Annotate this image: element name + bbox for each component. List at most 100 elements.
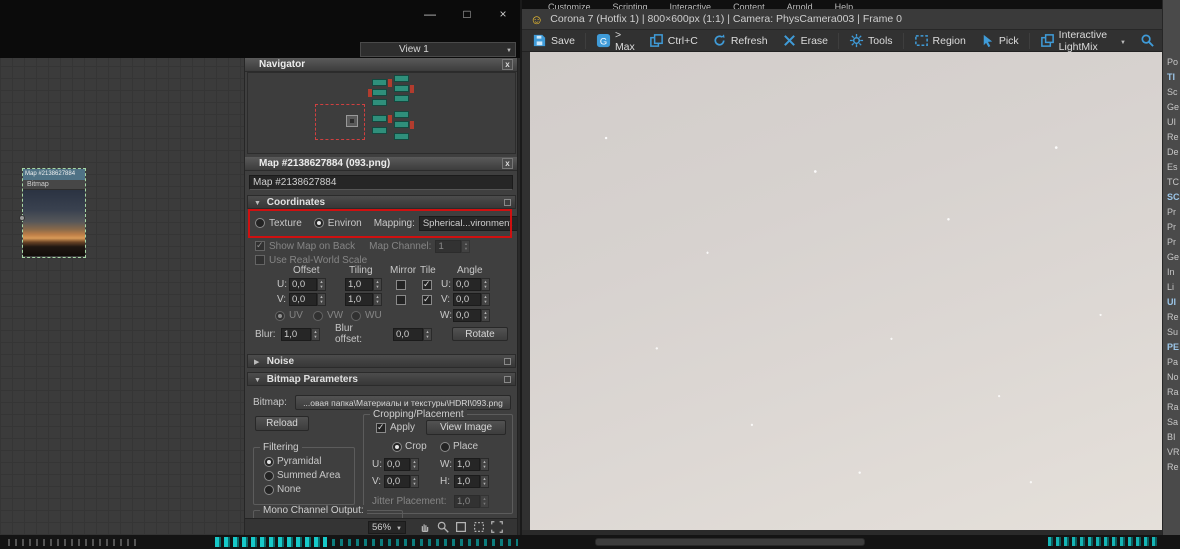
spinner-arrows-icon[interactable]: ▲ ▼: [480, 458, 489, 471]
menu-scripting[interactable]: Scripting: [613, 0, 648, 9]
none-radio[interactable]: [264, 485, 274, 495]
menu-interactive[interactable]: Interactive: [670, 0, 712, 9]
u-mirror-checkbox[interactable]: [396, 279, 406, 290]
erase-button[interactable]: Erase: [776, 31, 834, 51]
angle-v-spinner[interactable]: 0,0 ▲ ▼: [453, 293, 490, 306]
pyramidal-radio[interactable]: [264, 457, 274, 467]
spinner-arrows-icon[interactable]: ▲ ▼: [481, 309, 490, 322]
angle-u-spinner[interactable]: 0,0 ▲ ▼: [453, 278, 490, 291]
rollout-label[interactable]: Pa: [1167, 355, 1180, 370]
crop-h-spinner[interactable]: 1,0 ▲ ▼: [454, 475, 489, 488]
rollout-label[interactable]: UI: [1167, 115, 1180, 130]
render-image[interactable]: [530, 52, 1164, 530]
zoom-extents-icon[interactable]: [454, 520, 468, 534]
map-panel-close-icon[interactable]: x: [502, 158, 513, 169]
rollout-label[interactable]: Re: [1167, 460, 1180, 475]
send-to-max-button[interactable]: G > Max: [590, 29, 641, 53]
crop-radio[interactable]: [392, 442, 402, 452]
vfb-titlebar[interactable]: ☺ Corona 7 (Hotfix 1) | 800×600px (1:1) …: [522, 9, 1162, 30]
pick-button[interactable]: Pick: [974, 31, 1025, 51]
view-image-button[interactable]: View Image: [426, 420, 506, 435]
noise-rollout-header[interactable]: ▶ Noise: [247, 354, 516, 368]
view-selector-dropdown[interactable]: View 1: [360, 42, 516, 57]
rollout-label[interactable]: Ra: [1167, 400, 1180, 415]
crop-w-spinner[interactable]: 1,0 ▲ ▼: [454, 458, 489, 471]
rollout-label[interactable]: De: [1167, 145, 1180, 160]
maximize-icon[interactable]: □: [454, 4, 480, 24]
navigator-header[interactable]: Navigator x: [245, 58, 517, 72]
rollout-label[interactable]: Sc: [1167, 85, 1180, 100]
jitter-placement-spinner[interactable]: 1,0 ▲ ▼: [454, 495, 489, 508]
spinner-arrows-icon[interactable]: ▲ ▼: [317, 278, 326, 291]
bitmap-parameters-rollout-header[interactable]: ▼ Bitmap Parameters: [247, 372, 516, 386]
save-button[interactable]: Save: [526, 31, 581, 51]
uv-radio[interactable]: [275, 310, 285, 321]
rollout-label[interactable]: Es: [1167, 160, 1180, 175]
vw-radio[interactable]: [313, 310, 323, 321]
refresh-button[interactable]: Refresh: [706, 31, 774, 51]
angle-w-spinner[interactable]: 0,0 ▲ ▼: [453, 309, 490, 322]
spinner-arrows-icon[interactable]: ▲ ▼: [423, 327, 432, 341]
u-tiling-spinner[interactable]: 1,0 ▲ ▼: [345, 278, 382, 291]
zoom-region-icon[interactable]: [472, 520, 486, 534]
copy-button[interactable]: Ctrl+C: [643, 31, 704, 51]
node-view-canvas[interactable]: Map #2138627884 Bitmap: [0, 58, 245, 535]
rollout-label[interactable]: Re: [1167, 310, 1180, 325]
reload-button[interactable]: Reload: [255, 416, 309, 431]
rollout-label[interactable]: Ra: [1167, 385, 1180, 400]
spinner-arrows-icon[interactable]: ▲ ▼: [410, 458, 419, 471]
rollout-label[interactable]: VR: [1167, 445, 1180, 460]
rollout-label[interactable]: Ge: [1167, 100, 1180, 115]
spinner-arrows-icon[interactable]: ▲ ▼: [311, 327, 320, 341]
timeline-strip[interactable]: [0, 535, 1180, 549]
spinner-arrows-icon[interactable]: ▲ ▼: [373, 293, 382, 306]
minimize-icon[interactable]: —: [417, 4, 443, 24]
v-offset-spinner[interactable]: 0,0 ▲ ▼: [289, 293, 326, 306]
menu-content[interactable]: Content: [733, 0, 765, 9]
rollout-label[interactable]: In: [1167, 265, 1180, 280]
blur-offset-spinner[interactable]: 0,0 ▲ ▼: [393, 327, 432, 341]
pan-hand-icon[interactable]: [418, 520, 432, 534]
blur-spinner[interactable]: 1,0 ▲ ▼: [281, 327, 320, 341]
spinner-arrows-icon[interactable]: ▲ ▼: [461, 239, 471, 253]
bitmap-path-button[interactable]: ...овая папка\Материалы и текстуры\HDRI\…: [295, 395, 511, 410]
spinner-arrows-icon[interactable]: ▲ ▼: [481, 293, 490, 306]
v-mirror-checkbox[interactable]: [396, 294, 406, 305]
rotate-button[interactable]: Rotate: [452, 327, 508, 341]
rollout-label[interactable]: SC: [1167, 190, 1180, 205]
rollout-label[interactable]: BI: [1167, 430, 1180, 445]
rollout-label[interactable]: No: [1167, 370, 1180, 385]
show-map-on-back-checkbox[interactable]: [255, 240, 265, 251]
rollout-label[interactable]: Li: [1167, 280, 1180, 295]
rollout-label[interactable]: Re: [1167, 130, 1180, 145]
close-icon[interactable]: ×: [490, 4, 516, 24]
timeline-scrollbar[interactable]: [595, 538, 865, 546]
spinner-arrows-icon[interactable]: ▲ ▼: [480, 475, 489, 488]
rollout-label[interactable]: UI: [1167, 295, 1180, 310]
use-real-world-scale-checkbox[interactable]: [255, 255, 265, 265]
rollout-label[interactable]: TC: [1167, 175, 1180, 190]
map-name-input[interactable]: Map #2138627884: [249, 175, 513, 190]
crop-u-spinner[interactable]: 0,0 ▲ ▼: [384, 458, 419, 471]
wu-radio[interactable]: [351, 310, 361, 321]
rollout-label[interactable]: Su: [1167, 325, 1180, 340]
v-tile-checkbox[interactable]: [422, 294, 432, 305]
spinner-arrows-icon[interactable]: ▲ ▼: [317, 293, 326, 306]
map-channel-spinner[interactable]: 1 ▲ ▼: [435, 239, 471, 253]
fullscreen-icon[interactable]: [490, 520, 504, 534]
navigator-close-icon[interactable]: x: [502, 59, 513, 70]
bitmap-node[interactable]: Map #2138627884 Bitmap: [19, 168, 86, 258]
rollout-label[interactable]: Pr: [1167, 235, 1180, 250]
menu-customize[interactable]: Customize: [548, 0, 591, 9]
menu-arnold[interactable]: Arnold: [787, 0, 813, 9]
spinner-arrows-icon[interactable]: ▲ ▼: [481, 278, 490, 291]
summed-area-radio[interactable]: [264, 471, 274, 481]
menu-help[interactable]: Help: [835, 0, 854, 9]
rollout-label[interactable]: Pr: [1167, 220, 1180, 235]
v-tiling-spinner[interactable]: 1,0 ▲ ▼: [345, 293, 382, 306]
u-tile-checkbox[interactable]: [422, 279, 432, 290]
vfb-search-button[interactable]: [1137, 31, 1158, 51]
coordinates-rollout-header[interactable]: ▼ Coordinates: [247, 195, 516, 209]
crop-v-spinner[interactable]: 0,0 ▲ ▼: [384, 475, 419, 488]
node-socket[interactable]: [19, 215, 25, 221]
